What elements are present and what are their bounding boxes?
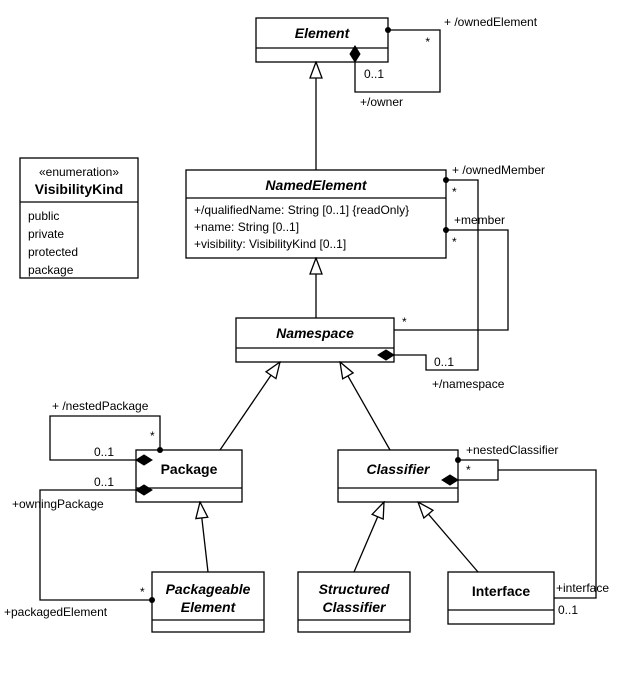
class-namespace: Namespace — [236, 318, 394, 362]
lbl-owned-member: + /ownedMember — [452, 163, 545, 177]
class-visibility-kind: «enumeration» VisibilityKind public priv… — [20, 158, 138, 278]
lbl-nested-classifier: +nestedClassifier — [466, 443, 558, 457]
assoc-packaged-element: +packagedElement * 0..1 +owningPackage — [4, 475, 152, 619]
class-namespace-name: Namespace — [276, 325, 354, 341]
lbl-interface-mult: 0..1 — [558, 603, 578, 617]
lbl-nested-classifier-mult: * — [466, 463, 471, 477]
class-named-element: NamedElement +/qualifiedName: String [0.… — [186, 170, 446, 258]
lbl-owner: +/owner — [360, 95, 403, 109]
named-element-attr-2: +name: String [0..1] — [194, 220, 299, 234]
packageable-element-name-2: Element — [181, 599, 237, 615]
lbl-owning-package: +owningPackage — [12, 497, 104, 511]
class-element-name: Element — [295, 25, 351, 41]
lbl-owning-package-mult: 0..1 — [94, 475, 114, 489]
named-element-attr-1: +/qualifiedName: String [0..1] {readOnly… — [194, 203, 409, 217]
class-element: Element — [256, 18, 388, 62]
lbl-owned-member-mult: * — [452, 185, 457, 199]
assoc-nested-classifier: +nestedClassifier * — [458, 443, 558, 480]
lbl-member: +member — [454, 213, 505, 227]
visibility-kind-lit-4: package — [28, 263, 74, 277]
lbl-namespace-mult-om: 0..1 — [434, 355, 454, 369]
lbl-packaged-element-mult: * — [140, 585, 145, 599]
visibility-kind-stereotype: «enumeration» — [39, 165, 119, 179]
lbl-owned-element-mult: * — [425, 35, 430, 49]
packageable-element-name-1: Packageable — [166, 581, 251, 597]
named-element-attr-3: +visibility: VisibilityKind [0..1] — [194, 237, 346, 251]
class-package: Package — [136, 450, 242, 502]
lbl-interface-role: +interface — [556, 581, 609, 595]
structured-classifier-name-1: Structured — [319, 581, 390, 597]
lbl-owner-mult: 0..1 — [364, 67, 384, 81]
lbl-packaged-element: +packagedElement — [4, 605, 108, 619]
class-classifier-name: Classifier — [366, 461, 431, 477]
structured-classifier-name-2: Classifier — [322, 599, 387, 615]
class-package-name: Package — [161, 461, 218, 477]
visibility-kind-lit-3: protected — [28, 245, 78, 259]
class-classifier: Classifier — [338, 450, 458, 502]
gen-package-namespace — [220, 362, 280, 450]
class-interface: Interface — [448, 572, 554, 624]
lbl-member-mult: * — [452, 235, 457, 249]
visibility-kind-name: VisibilityKind — [35, 181, 123, 197]
uml-diagram: Element NamedElement +/qualifiedName: St… — [0, 0, 630, 680]
lbl-nested-package-mult: * — [150, 429, 155, 443]
gen-classifier-namespace — [340, 362, 390, 450]
class-packageable-element: Packageable Element — [152, 572, 264, 632]
lbl-nested-package-owner-mult: 0..1 — [94, 445, 114, 459]
lbl-namespace-role: +/namespace — [432, 377, 505, 391]
lbl-owned-element: + /ownedElement — [444, 15, 538, 29]
class-interface-name: Interface — [472, 583, 531, 599]
lbl-namespace-far: * — [402, 315, 407, 329]
gen-interface-classifier — [418, 502, 478, 572]
visibility-kind-lit-2: private — [28, 227, 64, 241]
class-named-element-name: NamedElement — [265, 177, 367, 193]
gen-structured-classifier — [354, 502, 384, 572]
visibility-kind-lit-1: public — [28, 209, 59, 223]
class-structured-classifier: Structured Classifier — [298, 572, 410, 632]
lbl-nested-package: + /nestedPackage — [52, 399, 149, 413]
gen-packageable-package — [200, 502, 208, 572]
